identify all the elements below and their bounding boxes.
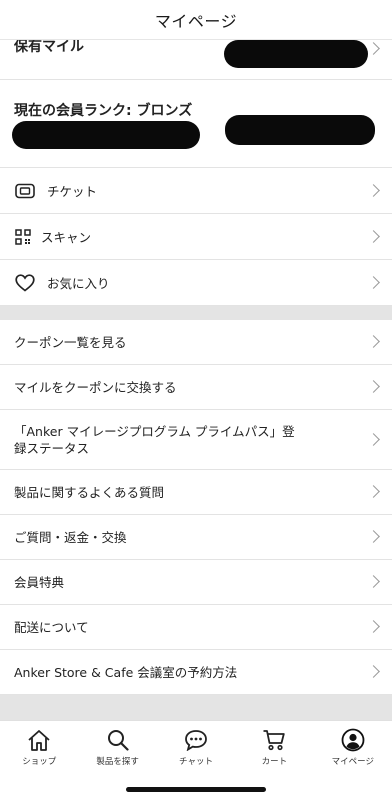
quick-link-label: チケット [47,184,98,199]
page-header: マイページ [0,0,392,40]
tab-label: カート [261,757,288,767]
home-icon [26,728,52,752]
chevron-right-icon [367,485,380,498]
menu-item-label: クーポン一覧を見る [14,334,127,350]
search-icon [105,728,131,752]
redacted-miles-value [224,40,368,68]
menu-item-support-refund[interactable]: ご質問・返金・交換 [0,515,392,560]
menu-item-coupon-list[interactable]: クーポン一覧を見る [0,320,392,365]
quick-link-favorites[interactable]: お気に入り [0,260,392,306]
tab-label: ショップ [22,757,57,767]
chevron-right-icon [367,380,380,393]
redacted-rank-progress [225,115,375,145]
menu-item-label: 「Anker マイレージプログラム プライムパス」登録ステータス [14,423,295,456]
chat-icon [183,728,209,752]
menu-item-label: 配送について [14,619,89,635]
menu-item-product-faq[interactable]: 製品に関するよくある質問 [0,470,392,515]
tab-label: チャット [179,757,213,767]
chevron-right-icon [367,275,380,289]
menu-item-prime-pass-status[interactable]: 「Anker マイレージプログラム プライムパス」登録ステータス [0,410,392,470]
menu-item-meeting-room-booking[interactable]: Anker Store & Cafe 会議室の予約方法 [0,650,392,695]
menu-item-label: 製品に関するよくある質問 [14,484,165,500]
chevron-right-icon [367,620,380,633]
chevron-right-icon [367,432,380,446]
chevron-right-icon [367,530,380,543]
redacted-member-info [12,121,200,149]
rank-row[interactable]: 現在の会員ランク: ブロンズ [0,80,392,168]
section-divider [0,306,392,320]
home-indicator [126,787,266,792]
mypage-content[interactable]: 保有マイル 現在の会員ランク: ブロンズ チケット スキャン お気に入り クーポ… [0,40,392,720]
menu-item-label: マイルをクーポンに交換する [14,379,177,395]
menu-item-label: Anker Store & Cafe 会議室の予約方法 [14,664,238,680]
chevron-right-icon [367,229,380,243]
menu-item-member-benefits[interactable]: 会員特典 [0,560,392,605]
menu-item-label: ご質問・返金・交換 [14,529,127,545]
chevron-right-icon [367,183,380,197]
page-title: マイページ [154,11,238,31]
quick-link-label: スキャン [41,230,92,245]
qr-scan-icon [15,227,31,247]
menu-item-label: 会員特典 [14,574,65,590]
chevron-right-icon [367,575,380,588]
tab-mypage[interactable]: マイページ [314,721,392,771]
rank-label: 現在の会員ランク: ブロンズ [14,103,193,119]
quick-link-label: お気に入り [47,276,110,291]
menu-item-exchange-miles[interactable]: マイルをクーポンに交換する [0,365,392,410]
cart-icon [261,728,287,752]
tab-label: マイページ [331,757,374,767]
tab-chat[interactable]: チャット [157,721,235,771]
tab-search-products[interactable]: 製品を探す [78,721,156,771]
chevron-right-icon [367,335,380,348]
miles-row[interactable]: 保有マイル [0,40,392,80]
bottom-tab-bar: ショップ 製品を探す チャット カート マイページ [0,720,392,800]
quick-link-ticket[interactable]: チケット [0,168,392,214]
tab-label: 製品を探す [96,757,139,767]
content-bottom-spacer [0,695,392,720]
heart-icon [15,273,35,293]
account-icon [340,728,366,752]
miles-label: 保有マイル [14,40,84,55]
tab-shop[interactable]: ショップ [0,721,78,771]
chevron-right-icon [367,41,380,55]
menu-item-shipping[interactable]: 配送について [0,605,392,650]
quick-link-scan[interactable]: スキャン [0,214,392,260]
chevron-right-icon [367,665,380,678]
tab-cart[interactable]: カート [235,721,313,771]
ticket-icon [15,181,35,201]
